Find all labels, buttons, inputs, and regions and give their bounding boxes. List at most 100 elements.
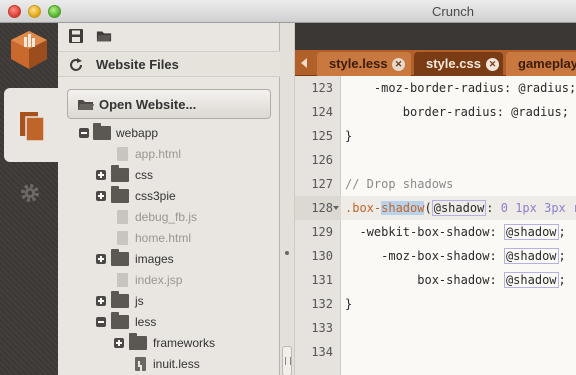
panel-splitter[interactable]	[280, 23, 295, 375]
title-bar: Crunch	[0, 0, 576, 23]
code-line: 124 border-radius: @radius;	[295, 100, 576, 124]
tree-item-label: css3pie	[135, 189, 176, 203]
selection-highlight: shadow	[381, 201, 425, 215]
tab-style-less[interactable]: style.less ✕	[317, 52, 411, 76]
refresh-icon[interactable]	[68, 57, 84, 73]
tree-folder-webapp[interactable]: webapp	[58, 123, 280, 144]
folder-icon	[111, 312, 129, 329]
open-folder-icon[interactable]	[96, 29, 112, 43]
tree-folder-css[interactable]: css	[58, 165, 280, 186]
tree-folder-images[interactable]: images	[58, 249, 280, 270]
tree-item-label: js	[135, 294, 144, 308]
code-comment: // Drop shadows	[345, 177, 454, 191]
tab-gameplay[interactable]: gameplay	[506, 52, 576, 76]
code-line: 133	[295, 316, 576, 340]
collapse-toggle[interactable]	[96, 317, 106, 327]
save-icon[interactable]	[68, 29, 84, 43]
sidebar-toolbar	[58, 23, 280, 49]
tree-folder-js[interactable]: js	[58, 291, 280, 312]
line-number: 124	[311, 105, 333, 119]
tab-label: style.css	[426, 56, 481, 71]
code-editor[interactable]: 123 -moz-border-radius: @radius; 124 bor…	[295, 76, 576, 375]
gear-icon[interactable]	[18, 181, 42, 205]
variable-token: @shadow	[431, 200, 487, 216]
tab-label: style.less	[329, 56, 388, 71]
folder-icon	[93, 123, 111, 140]
website-files-label: Website Files	[96, 57, 179, 72]
tree-folder-frameworks[interactable]: frameworks	[58, 333, 280, 354]
variable-token: @shadow	[503, 248, 559, 264]
code-line: 129 -webkit-box-shadow: @shadow;	[295, 220, 576, 244]
code-line: 125 }	[295, 124, 576, 148]
tree-item-label: index.jsp	[135, 273, 183, 287]
expand-toggle[interactable]	[96, 254, 106, 264]
tab-style-css[interactable]: style.css ✕	[414, 52, 503, 76]
code-line: 134	[295, 340, 576, 364]
icon-rail	[0, 23, 58, 375]
value-text: 0 1px 3px rg	[500, 201, 576, 215]
selector-text: .box-	[345, 201, 382, 215]
tree-folder-less[interactable]: less	[58, 312, 280, 333]
close-tab-icon[interactable]: ✕	[486, 58, 499, 71]
folder-icon	[111, 186, 129, 203]
line-number: 131	[311, 273, 333, 287]
code-line: 132 }	[295, 292, 576, 316]
tree-item-label: inuit.less	[153, 357, 200, 371]
property-text: -moz-box-shadow:	[345, 249, 504, 263]
tree-item-label: less	[135, 315, 157, 329]
file-icon	[117, 273, 128, 287]
tab-bar: style.less ✕ style.css ✕ gameplay	[295, 50, 576, 76]
tree-item-label: frameworks	[153, 336, 216, 350]
code-text: }	[345, 297, 353, 311]
splitter-grip-handle[interactable]	[282, 346, 292, 375]
expand-toggle[interactable]	[96, 170, 106, 180]
files-sidebar: Website Files Open Website... webapp app…	[58, 23, 280, 375]
tree-item-label: css	[135, 168, 153, 182]
tree-file-debug-fb-js[interactable]: debug_fb.js	[58, 207, 280, 228]
tree-file-home-html[interactable]: home.html	[58, 228, 280, 249]
code-line: 127 // Drop shadows	[295, 172, 576, 196]
file-icon	[117, 210, 128, 224]
file-icon	[117, 231, 128, 245]
colon: :	[486, 201, 501, 215]
line-number: 130	[311, 249, 333, 263]
code-text: box-shadow: @shadow;	[345, 268, 566, 292]
tree-file-app-html[interactable]: app.html	[58, 144, 280, 165]
fold-arrow-icon[interactable]	[333, 206, 339, 210]
semicolon: ;	[558, 225, 566, 239]
code-text: -moz-border-radius: @radius;	[345, 81, 576, 95]
code-text: border-radius: @radius;	[345, 105, 569, 119]
tab-scroll-left-icon[interactable]	[301, 58, 307, 68]
open-website-button[interactable]: Open Website...	[67, 89, 271, 119]
expand-toggle[interactable]	[114, 338, 124, 348]
line-number: 132	[311, 297, 333, 311]
tree-folder-css3pie[interactable]: css3pie	[58, 186, 280, 207]
crunch-logo-icon	[11, 31, 47, 69]
collapse-toggle[interactable]	[79, 128, 89, 138]
line-number: 125	[311, 129, 333, 143]
expand-toggle[interactable]	[96, 191, 106, 201]
tree-item-label: home.html	[135, 231, 192, 245]
property-text: -webkit-box-shadow:	[345, 225, 504, 239]
files-panel-button[interactable]	[4, 88, 58, 162]
tree-item-label: images	[135, 252, 174, 266]
tree-file-inuit-less[interactable]: inuit.less	[58, 354, 280, 375]
open-folder-icon	[78, 100, 94, 110]
file-icon	[117, 147, 128, 161]
close-tab-icon[interactable]: ✕	[392, 58, 405, 71]
open-website-label: Open Website...	[99, 97, 197, 112]
variable-token: @shadow	[503, 272, 559, 288]
tree-file-index-jsp[interactable]: index.jsp	[58, 270, 280, 291]
variable-token: @shadow	[503, 224, 559, 240]
less-file-icon	[135, 357, 146, 371]
line-number: 126	[311, 153, 333, 167]
expand-toggle[interactable]	[96, 296, 106, 306]
line-number: 134	[311, 345, 333, 359]
code-line: 126	[295, 148, 576, 172]
code-text: -webkit-box-shadow: @shadow;	[345, 220, 566, 244]
folder-icon	[111, 165, 129, 182]
splitter-dot	[285, 251, 289, 255]
semicolon: ;	[558, 249, 566, 263]
code-text: -moz-box-shadow: @shadow;	[345, 244, 566, 268]
line-number: 133	[311, 321, 333, 335]
